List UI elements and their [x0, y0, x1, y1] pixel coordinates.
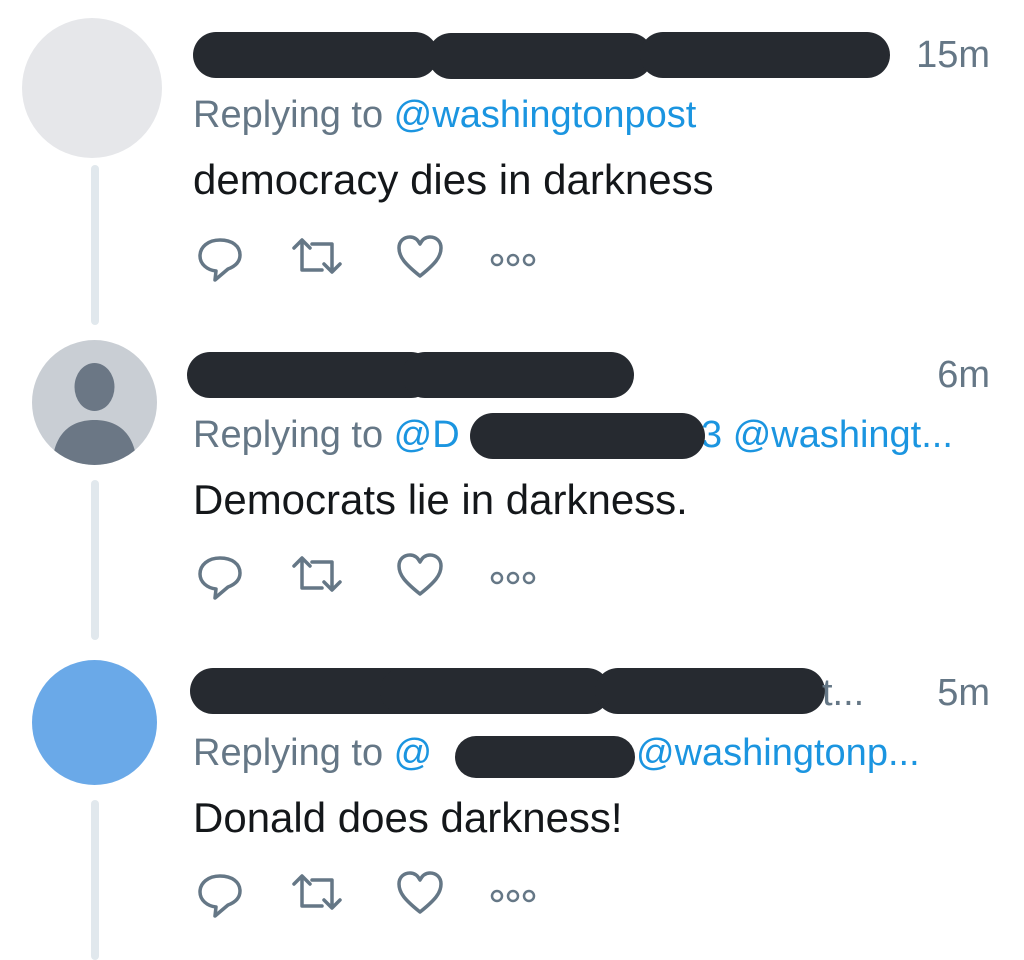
avatar[interactable] [22, 18, 162, 158]
mention-link[interactable]: @ [394, 732, 433, 774]
redacted-username [595, 668, 825, 714]
tweet-timestamp[interactable]: 6m [890, 354, 990, 397]
avatar[interactable] [32, 340, 157, 465]
replying-to-label: Replying to [193, 732, 394, 774]
redacted-username [402, 352, 634, 398]
redacted-username [640, 32, 890, 78]
redacted-display-name [187, 352, 434, 398]
reply-icon[interactable] [195, 868, 245, 918]
replying-to-label: Replying to [193, 94, 394, 136]
heart-icon[interactable] [395, 232, 445, 282]
mention-link[interactable]: @washingtonpost [394, 94, 697, 136]
heart-icon[interactable] [395, 868, 445, 918]
tweet-actions [195, 868, 555, 918]
thread-connector [91, 165, 99, 325]
retweet-icon[interactable] [290, 232, 342, 282]
tweet-timestamp[interactable]: 15m [890, 34, 990, 77]
mention-link[interactable]: @D [394, 414, 460, 456]
tweet-text: Democrats lie in darkness. [193, 476, 688, 523]
more-icon[interactable] [485, 232, 545, 282]
tweet-actions [195, 232, 555, 282]
truncated-name-tail: t... [822, 672, 865, 714]
replying-to-label: Replying to [193, 414, 394, 456]
replying-to-line: Replying to @washingtonpost [193, 94, 696, 137]
redacted-mention [470, 413, 705, 459]
tweet-text: Donald does darkness! [193, 794, 623, 841]
thread-connector [91, 480, 99, 640]
retweet-icon[interactable] [290, 868, 342, 918]
default-avatar-icon [52, 363, 137, 465]
redacted-username [428, 33, 653, 79]
reply-icon[interactable] [195, 232, 245, 282]
reply-icon[interactable] [195, 550, 245, 600]
heart-icon[interactable] [395, 550, 445, 600]
redacted-mention [455, 736, 635, 778]
mention-link[interactable]: @washingtonp... [636, 732, 920, 775]
more-icon[interactable] [485, 868, 545, 918]
tweet-timestamp[interactable]: 5m [890, 672, 990, 715]
thread-connector [91, 800, 99, 960]
redacted-username [380, 668, 610, 714]
mention-link[interactable]: 3 @washingt... [701, 414, 953, 457]
redacted-display-name [193, 32, 438, 78]
avatar[interactable] [32, 660, 157, 785]
tweet-actions [195, 550, 555, 600]
retweet-icon[interactable] [290, 550, 342, 600]
tweet-text: democracy dies in darkness [193, 156, 714, 203]
more-icon[interactable] [485, 550, 545, 600]
